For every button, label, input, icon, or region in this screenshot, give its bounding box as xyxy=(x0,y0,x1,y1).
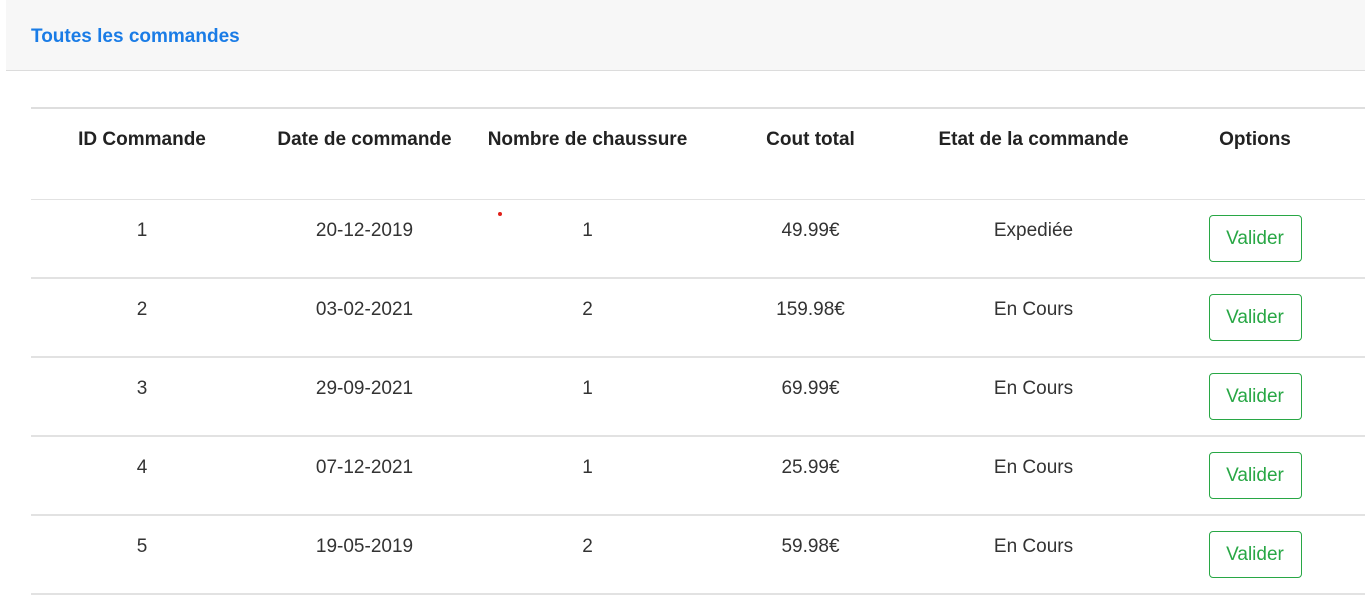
order-status: En Cours xyxy=(922,278,1145,358)
order-total: 159.98€ xyxy=(699,278,922,358)
page-title: Toutes les commandes xyxy=(31,26,240,47)
red-dot-marker xyxy=(498,212,502,216)
order-date: 29-09-2021 xyxy=(253,357,476,437)
column-header-status: Etat de la commande xyxy=(922,108,1145,200)
order-date: 20-12-2019 xyxy=(253,199,476,279)
order-date: 19-05-2019 xyxy=(253,515,476,595)
order-total: 69.99€ xyxy=(699,357,922,437)
table-row: 2 03-02-2021 2 159.98€ En Cours Valider xyxy=(31,278,1365,358)
order-total: 49.99€ xyxy=(699,199,922,279)
validate-button[interactable]: Valider xyxy=(1208,452,1302,499)
column-header-options: Options xyxy=(1145,108,1365,200)
order-total: 59.98€ xyxy=(699,515,922,595)
order-options: Valider xyxy=(1145,515,1365,595)
column-header-count: Nombre de chaussure xyxy=(476,108,699,200)
table-row: 5 19-05-2019 2 59.98€ En Cours Valider xyxy=(31,515,1365,595)
order-id: 1 xyxy=(31,199,253,279)
order-shoe-count: 1 xyxy=(476,436,699,516)
order-id: 3 xyxy=(31,357,253,437)
order-id: 4 xyxy=(31,436,253,516)
column-header-id: ID Commande xyxy=(31,108,253,200)
order-options: Valider xyxy=(1145,436,1365,516)
order-options: Valider xyxy=(1145,278,1365,358)
order-total: 25.99€ xyxy=(699,436,922,516)
table-row: 4 07-12-2021 1 25.99€ En Cours Valider xyxy=(31,436,1365,516)
orders-page: Toutes les commandes ID Commande Date de… xyxy=(0,0,1365,596)
validate-button[interactable]: Valider xyxy=(1208,531,1302,578)
order-id: 2 xyxy=(31,278,253,358)
order-date: 07-12-2021 xyxy=(253,436,476,516)
order-date: 03-02-2021 xyxy=(253,278,476,358)
order-status: Expediée xyxy=(922,199,1145,279)
order-options: Valider xyxy=(1145,357,1365,437)
validate-button[interactable]: Valider xyxy=(1208,214,1302,262)
validate-button[interactable]: Valider xyxy=(1208,373,1302,420)
order-shoe-count: 1 xyxy=(476,357,699,437)
orders-table: ID Commande Date de commande Nombre de c… xyxy=(31,107,1365,595)
card-header: Toutes les commandes xyxy=(6,0,1365,71)
table-header-row: ID Commande Date de commande Nombre de c… xyxy=(31,108,1365,200)
validate-button[interactable]: Valider xyxy=(1208,294,1302,341)
order-status: En Cours xyxy=(922,515,1145,595)
table-row: 1 20-12-2019 1 49.99€ Expediée Valider xyxy=(31,199,1365,279)
order-shoe-count: 2 xyxy=(476,515,699,595)
order-shoe-count: 1 xyxy=(476,199,699,279)
table-row: 3 29-09-2021 1 69.99€ En Cours Valider xyxy=(31,357,1365,437)
order-status: En Cours xyxy=(922,436,1145,516)
column-header-date: Date de commande xyxy=(253,108,476,200)
order-shoe-count: 2 xyxy=(476,278,699,358)
order-status: En Cours xyxy=(922,357,1145,437)
order-options: Valider xyxy=(1145,199,1365,279)
column-header-total: Cout total xyxy=(699,108,922,200)
order-id: 5 xyxy=(31,515,253,595)
